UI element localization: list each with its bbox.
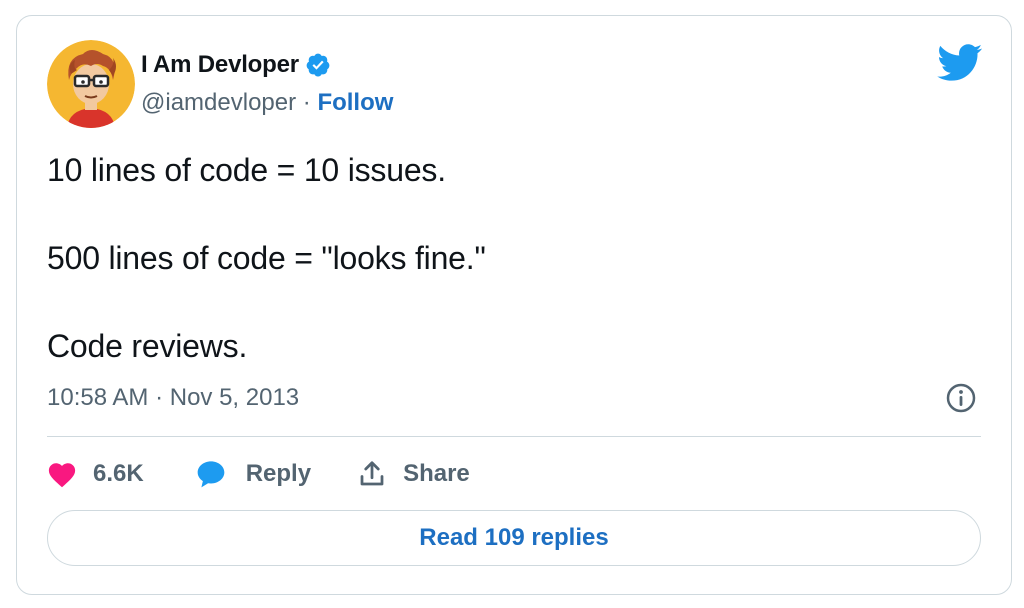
action-bar: 6.6K Reply Share (47, 456, 470, 492)
share-button[interactable]: Share (357, 459, 470, 489)
share-label: Share (403, 460, 470, 487)
divider (47, 436, 981, 437)
tweet-timestamp[interactable]: 10:58 AM · Nov 5, 2013 (47, 382, 299, 414)
read-replies-button[interactable]: Read 109 replies (47, 510, 981, 566)
reply-label: Reply (245, 460, 312, 487)
author-handle[interactable]: @iamdevloper (141, 89, 296, 116)
author-handle-row: @iamdevloper · Follow (141, 88, 393, 118)
reply-button[interactable]: Reply (194, 458, 311, 490)
share-upload-icon (360, 461, 384, 486)
tweet-time: 10:58 AM (47, 384, 149, 411)
info-icon[interactable] (945, 382, 977, 414)
avatar-illustration (47, 40, 135, 128)
tweet-line: 500 lines of code = "looks fine." (47, 240, 486, 276)
tweet-line: 10 lines of code = 10 issues. (47, 152, 446, 188)
tweet-date: Nov 5, 2013 (169, 384, 300, 411)
follow-link[interactable]: Follow (317, 89, 393, 116)
handle-separator: · (296, 89, 318, 116)
heart-icon (48, 463, 76, 488)
timestamp-separator: · (148, 384, 170, 411)
tweet-card: I Am Devloper @iamdevloper · Follow 10 l… (16, 15, 1012, 595)
tweet-text: 10 lines of code = 10 issues. 500 lines … (47, 148, 486, 368)
author-name-row: I Am Devloper (141, 50, 331, 80)
verified-badge-icon (306, 53, 330, 77)
read-replies-label: Read 109 replies (419, 524, 609, 551)
avatar[interactable] (47, 40, 135, 128)
twitter-bird-icon[interactable] (937, 44, 983, 82)
speech-bubble-icon (197, 461, 225, 488)
like-button[interactable]: 6.6K (47, 460, 144, 488)
tweet-line: Code reviews. (47, 328, 248, 364)
author-display-name[interactable]: I Am Devloper (141, 51, 299, 79)
like-count: 6.6K (93, 460, 144, 487)
